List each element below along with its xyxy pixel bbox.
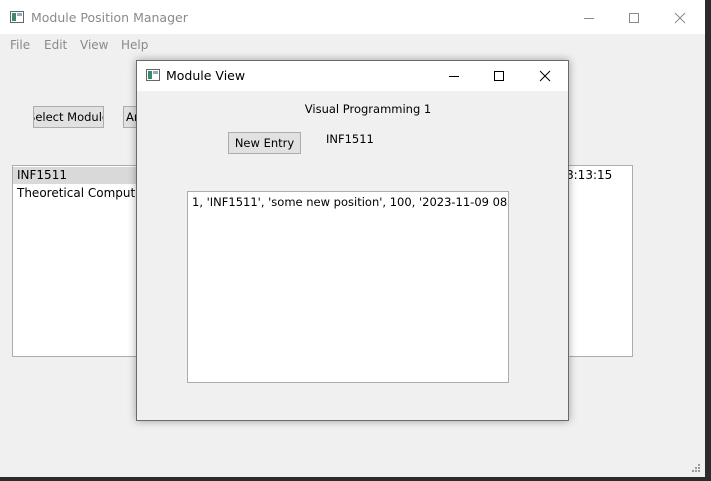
list-item[interactable]: INF1511 [13,167,141,184]
dialog-close-button[interactable] [522,62,568,90]
list-item[interactable]: 8:13:15 [564,167,632,184]
main-title-bar[interactable]: Module Position Manager [0,0,705,34]
entries-list[interactable]: 1, 'INF1511', 'some new position', 100, … [187,191,509,383]
app-icon [10,11,24,23]
menu-edit[interactable]: Edit [44,38,67,52]
close-icon [539,70,551,82]
module-list[interactable]: INF1511 Theoretical Computer S [12,165,142,357]
new-entry-button[interactable]: New Entry [228,132,301,154]
module-view-dialog: Module View Visual Programming 1 New Ent… [136,60,569,421]
close-icon [674,12,686,24]
dialog-maximize-button[interactable] [476,62,522,90]
positions-list[interactable]: 8:13:15 [563,165,633,357]
close-button[interactable] [657,4,703,32]
module-name-label: Visual Programming 1 [304,102,432,116]
minimize-icon [584,18,594,19]
main-window-title: Module Position Manager [31,10,188,25]
menu-help[interactable]: Help [121,38,148,52]
minimize-icon [449,76,459,77]
dialog-title: Module View [166,68,246,83]
dialog-title-bar[interactable]: Module View [137,61,568,91]
select-module-button[interactable]: Select Module [33,106,104,128]
module-code-label: INF1511 [326,132,374,146]
dialog-minimize-button[interactable] [431,62,477,90]
maximize-icon [629,13,639,23]
app-icon [146,69,160,81]
minimize-button[interactable] [566,4,612,32]
list-item[interactable]: 1, 'INF1511', 'some new position', 100, … [188,194,508,211]
menu-bar: File Edit View Help [0,38,300,54]
resize-grip-icon[interactable] [689,463,701,475]
menu-view[interactable]: View [80,38,108,52]
menu-file[interactable]: File [10,38,30,52]
list-item[interactable]: Theoretical Computer S [13,185,141,202]
maximize-button[interactable] [611,4,657,32]
maximize-icon [494,71,504,81]
